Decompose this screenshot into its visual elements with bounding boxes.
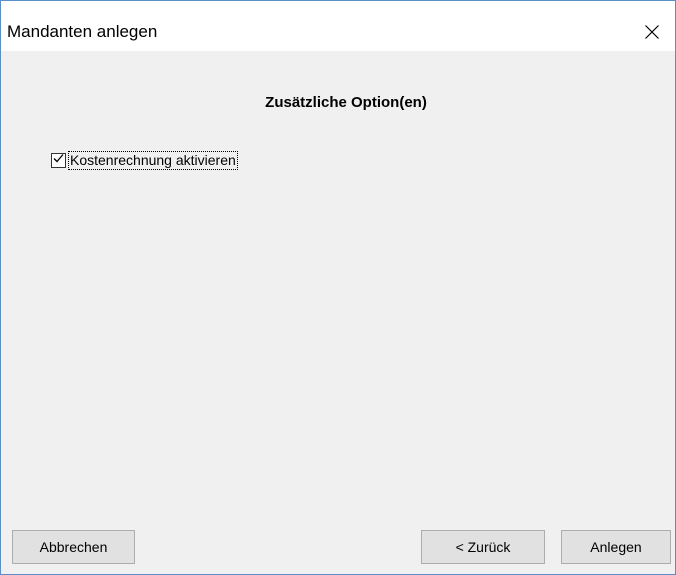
cost-accounting-label[interactable]: Kostenrechnung aktivieren bbox=[68, 150, 238, 170]
close-icon bbox=[644, 24, 660, 40]
back-button[interactable]: < Zurück bbox=[421, 530, 545, 564]
dialog-window: Mandanten anlegen Zusätzliche Option(en)… bbox=[0, 0, 676, 575]
section-heading: Zusätzliche Option(en) bbox=[265, 94, 427, 111]
title-bar[interactable]: Mandanten anlegen bbox=[1, 1, 675, 51]
cost-accounting-checkbox[interactable] bbox=[51, 151, 66, 169]
create-button[interactable]: Anlegen bbox=[561, 530, 671, 564]
cost-accounting-option[interactable]: Kostenrechnung aktivieren bbox=[51, 149, 238, 171]
cancel-button[interactable]: Abbrechen bbox=[12, 530, 135, 564]
window-title: Mandanten anlegen bbox=[7, 22, 158, 41]
close-button[interactable] bbox=[629, 16, 675, 48]
checkmark-icon bbox=[53, 151, 64, 169]
